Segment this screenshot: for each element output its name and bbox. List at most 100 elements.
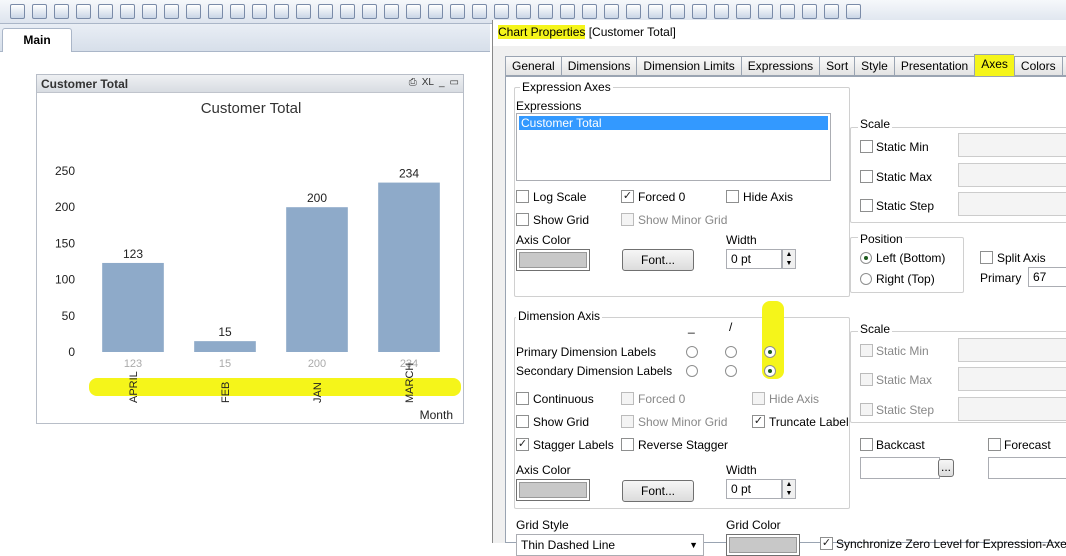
toolbar-button-icon[interactable] (142, 4, 157, 19)
width-input[interactable]: 0 pt (726, 249, 782, 269)
tab-sort[interactable]: Sort (819, 56, 855, 76)
hide-axis-checkbox[interactable] (726, 190, 739, 203)
toolbar-button-icon[interactable] (296, 4, 311, 19)
print-icon[interactable]: ⎙ (409, 77, 417, 88)
grid-style-select[interactable]: Thin Dashed Line ▼ (516, 534, 704, 556)
toolbar-button-icon[interactable] (582, 4, 597, 19)
toolbar-button-icon[interactable] (98, 4, 113, 19)
secondary-vertical-radio[interactable] (764, 365, 776, 377)
toolbar-button-icon[interactable] (538, 4, 553, 19)
toolbar-button-icon[interactable] (824, 4, 839, 19)
static-max-checkbox[interactable] (860, 170, 873, 183)
toolbar-button-icon[interactable] (692, 4, 707, 19)
dim-font-button[interactable]: Font... (622, 480, 694, 502)
toolbar-button-icon[interactable] (54, 4, 69, 19)
toolbar-button-icon[interactable] (714, 4, 729, 19)
tab-colors[interactable]: Colors (1013, 56, 1062, 76)
primary-diagonal-radio[interactable] (725, 346, 737, 358)
tab-style[interactable]: Style (854, 56, 894, 76)
tab-dimension-limits[interactable]: Dimension Limits (636, 56, 741, 76)
dim-hide-axis-checkbox[interactable] (752, 392, 765, 405)
static-min-checkbox[interactable] (860, 140, 873, 153)
grid-color-swatch[interactable] (726, 534, 800, 556)
font-button[interactable]: Font... (622, 249, 694, 271)
dim-width-input[interactable]: 0 pt (726, 479, 782, 499)
width-spinner[interactable]: ▲ ▼ (782, 249, 796, 269)
toolbar-button-icon[interactable] (252, 4, 267, 19)
backcast-ellipsis-button[interactable]: ... (938, 459, 954, 477)
toolbar-button-icon[interactable] (846, 4, 861, 19)
primary-vertical-radio[interactable] (764, 346, 776, 358)
dim-width-spinner[interactable]: ▲ ▼ (782, 479, 796, 499)
toolbar-button-icon[interactable] (494, 4, 509, 19)
toolbar-button-icon[interactable] (340, 4, 355, 19)
toolbar-button-icon[interactable] (186, 4, 201, 19)
static-step-input[interactable] (958, 192, 1066, 216)
log-scale-checkbox[interactable] (516, 190, 529, 203)
dim-static-max-input[interactable] (958, 367, 1066, 391)
continuous-checkbox[interactable] (516, 392, 529, 405)
position-left-radio[interactable] (860, 252, 872, 264)
dim-static-min-input[interactable] (958, 338, 1066, 362)
dim-axis-color-swatch[interactable] (516, 479, 590, 501)
backcast-input[interactable] (860, 457, 940, 479)
toolbar-button-icon[interactable] (384, 4, 399, 19)
sync-zero-checkbox[interactable]: ✓ (820, 537, 833, 550)
toolbar-button-icon[interactable] (758, 4, 773, 19)
chart-object[interactable]: Customer Total ⎙ XL _ ▭ Customer Total 0 5… (36, 74, 464, 424)
maximize-icon[interactable]: ▭ (450, 77, 459, 88)
truncate-label-checkbox[interactable]: ✓ (752, 415, 765, 428)
tab-general[interactable]: General (505, 56, 561, 76)
toolbar-button-icon[interactable] (802, 4, 817, 19)
tab-dimensions[interactable]: Dimensions (560, 56, 637, 76)
show-minor-grid-checkbox[interactable] (621, 213, 634, 226)
toolbar-button-icon[interactable] (428, 4, 443, 19)
toolbar-button-icon[interactable] (274, 4, 289, 19)
dim-show-grid-checkbox[interactable] (516, 415, 529, 428)
toolbar-button-icon[interactable] (230, 4, 245, 19)
forced-0-checkbox[interactable]: ✓ (621, 190, 634, 203)
toolbar-button-icon[interactable] (120, 4, 135, 19)
toolbar-button-icon[interactable] (10, 4, 25, 19)
dim-static-max-checkbox[interactable] (860, 373, 873, 386)
toolbar-button-icon[interactable] (472, 4, 487, 19)
toolbar-button-icon[interactable] (516, 4, 531, 19)
toolbar-button-icon[interactable] (208, 4, 223, 19)
static-max-input[interactable] (958, 163, 1066, 187)
toolbar-button-icon[interactable] (76, 4, 91, 19)
toolbar-button-icon[interactable] (164, 4, 179, 19)
toolbar-button-icon[interactable] (670, 4, 685, 19)
secondary-horizontal-radio[interactable] (686, 365, 698, 377)
stagger-labels-checkbox[interactable]: ✓ (516, 438, 529, 451)
expression-item[interactable]: Customer Total (519, 116, 828, 130)
toolbar-button-icon[interactable] (362, 4, 377, 19)
expressions-list[interactable]: Customer Total (516, 113, 831, 181)
axis-color-swatch[interactable] (516, 249, 590, 271)
tab-expressions[interactable]: Expressions (740, 56, 820, 76)
tab-number[interactable]: Number (1061, 56, 1066, 76)
static-step-checkbox[interactable] (860, 199, 873, 212)
dim-static-step-input[interactable] (958, 397, 1066, 421)
tab-presentation[interactable]: Presentation (893, 56, 975, 76)
reverse-stagger-checkbox[interactable] (621, 438, 634, 451)
secondary-diagonal-radio[interactable] (725, 365, 737, 377)
toolbar-button-icon[interactable] (648, 4, 663, 19)
dim-static-step-checkbox[interactable] (860, 403, 873, 416)
show-grid-checkbox[interactable] (516, 213, 529, 226)
backcast-checkbox[interactable] (860, 438, 873, 451)
toolbar-button-icon[interactable] (736, 4, 751, 19)
toolbar-button-icon[interactable] (406, 4, 421, 19)
minimize-icon[interactable]: _ (439, 77, 445, 88)
tab-main[interactable]: Main (2, 28, 72, 52)
toolbar-button-icon[interactable] (604, 4, 619, 19)
toolbar-button-icon[interactable] (318, 4, 333, 19)
toolbar-button-icon[interactable] (450, 4, 465, 19)
static-min-input[interactable] (958, 133, 1066, 157)
dim-forced-0-checkbox[interactable] (621, 392, 634, 405)
forecast-checkbox[interactable] (988, 438, 1001, 451)
toolbar-button-icon[interactable] (32, 4, 47, 19)
excel-export-button[interactable]: XL (422, 77, 434, 88)
toolbar-button-icon[interactable] (560, 4, 575, 19)
dim-show-minor-grid-checkbox[interactable] (621, 415, 634, 428)
primary-input[interactable]: 67 (1028, 267, 1066, 287)
